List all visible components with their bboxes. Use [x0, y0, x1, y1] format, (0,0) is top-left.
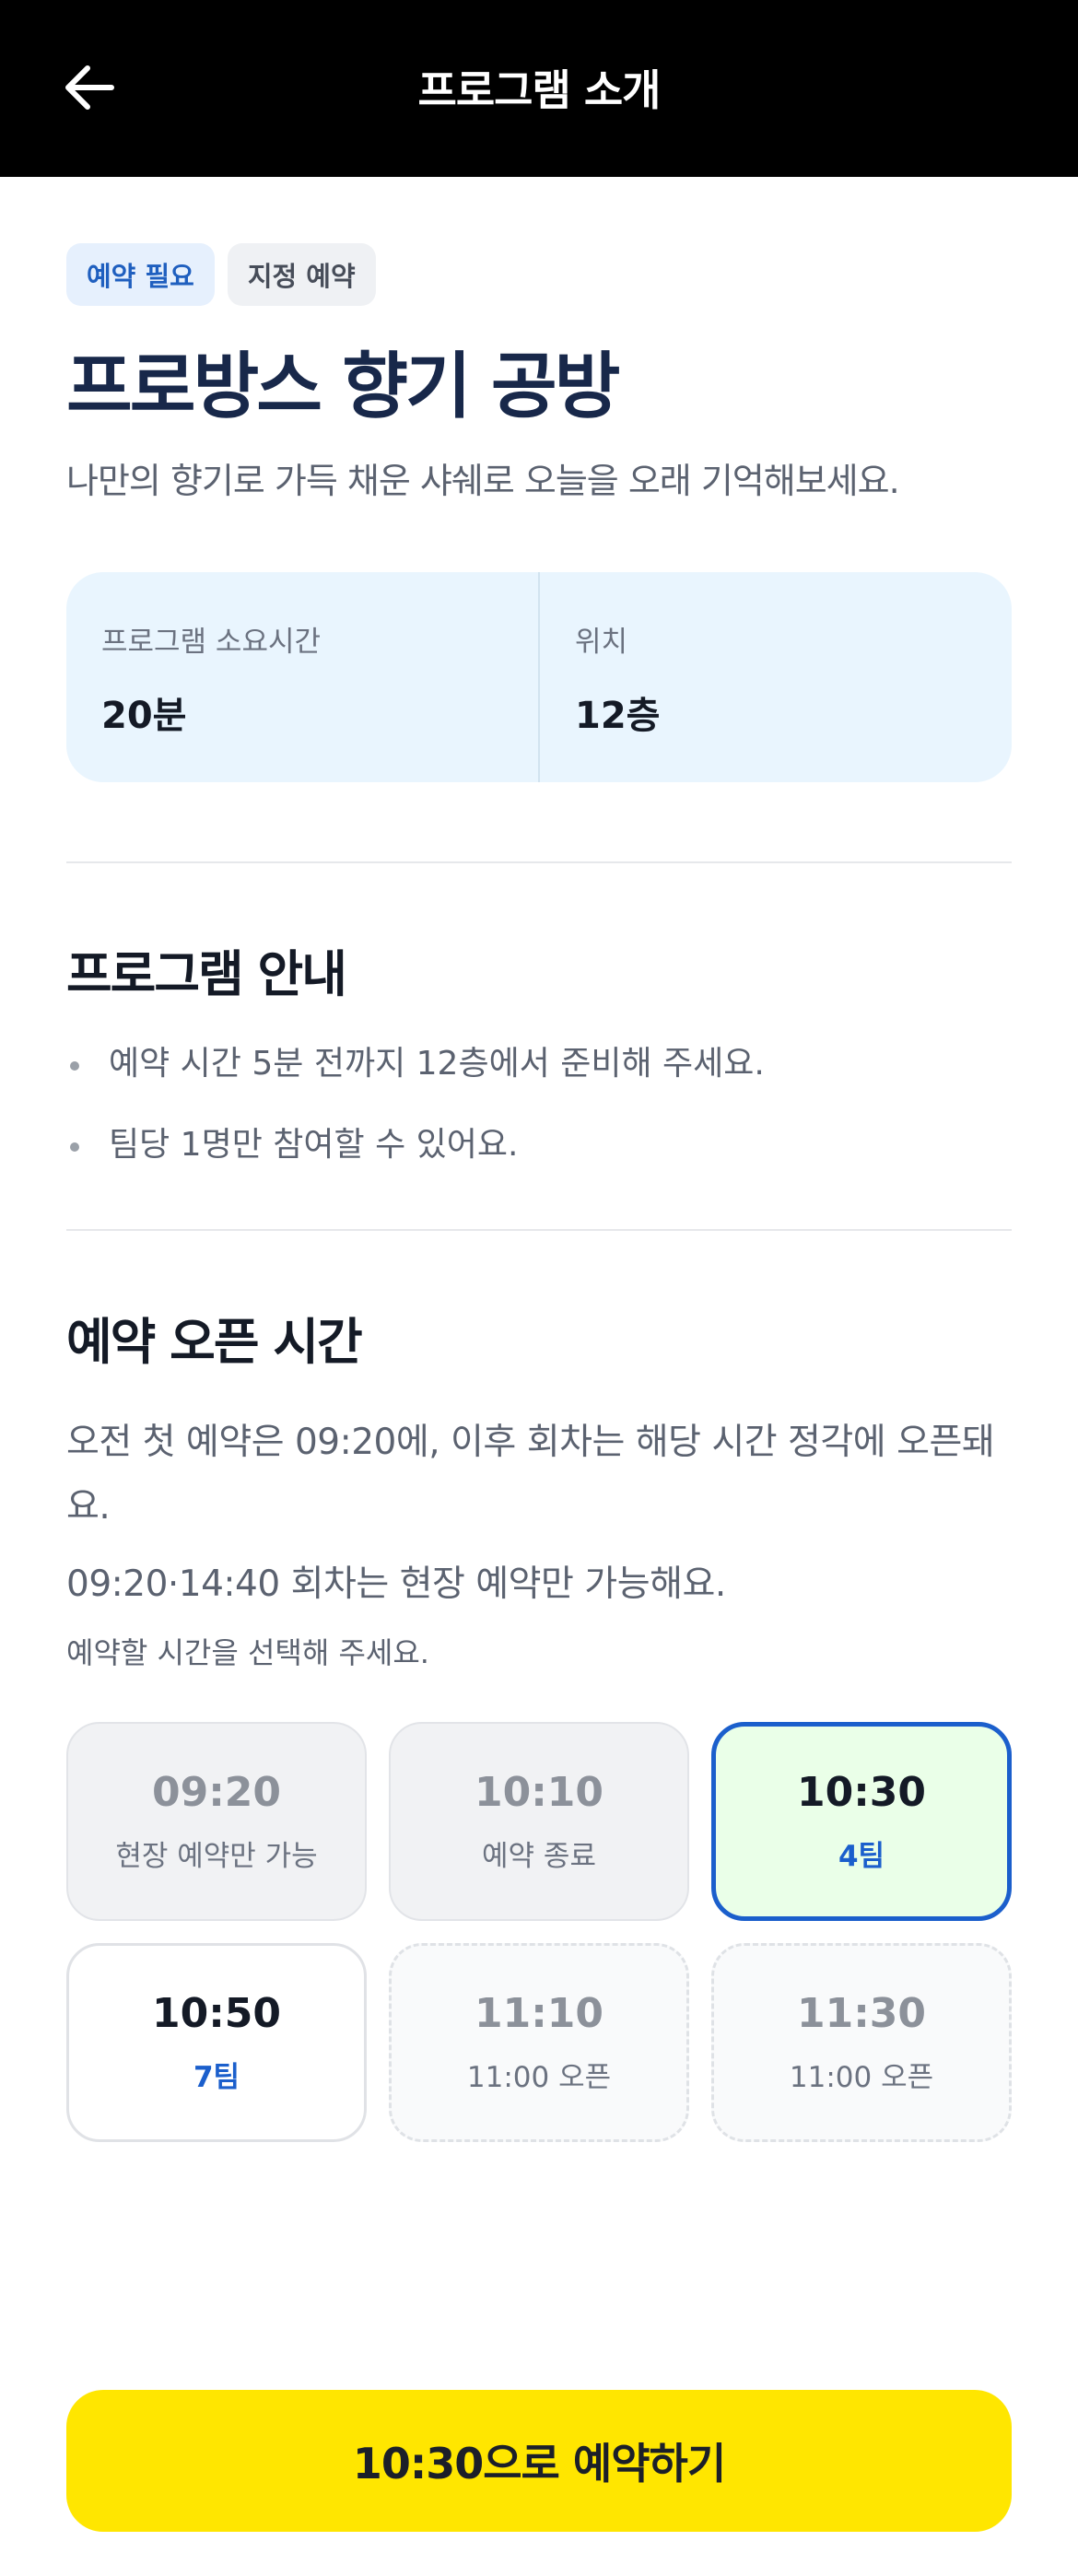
open-time-section-title: 예약 오픈 시간 — [66, 1312, 363, 1371]
list-item: 예약 시간 5분 전까지 12층에서 준비해 주세요. — [66, 1043, 1012, 1124]
slot-time: 09:20 — [151, 1768, 282, 1816]
open-time-note: 09:20·14:40 회차는 현장 예약만 가능해요. — [66, 1563, 726, 1605]
slot-time: 11:30 — [796, 1989, 927, 2037]
location-label: 위치 — [575, 625, 628, 659]
time-slot-1050[interactable]: 10:50 7팀 — [66, 1942, 367, 2142]
time-slot-grid: 09:20 현장 예약만 가능 10:10 예약 종료 10:30 4팀 10:… — [66, 1721, 1012, 2142]
slot-status: 4팀 — [838, 1839, 885, 1873]
program-info-card: 프로그램 소요시간 20분 위치 12층 — [66, 571, 1012, 782]
slot-time: 10:30 — [796, 1768, 927, 1816]
program-subtitle: 나만의 향기로 가득 채운 샤쉐로 오늘을 오래 기억해보세요. — [66, 460, 900, 501]
slot-status: 11:00 오픈 — [789, 2060, 934, 2094]
location-info: 위치 12층 — [538, 571, 1012, 782]
main-content: 예약 필요 지정 예약 프로방스 향기 공방 나만의 향기로 가득 채운 샤쉐로… — [66, 243, 1012, 2142]
program-title: 프로방스 향기 공방 — [66, 345, 620, 428]
duration-value: 20분 — [101, 694, 187, 737]
reservation-required-badge: 예약 필요 — [66, 243, 215, 306]
assigned-reservation-badge: 지정 예약 — [227, 243, 376, 306]
open-time-description: 오전 첫 예약은 09:20에, 이후 회차는 해당 시간 정각에 오픈돼요. — [66, 1421, 995, 1528]
badge-row: 예약 필요 지정 예약 — [66, 243, 1012, 306]
app-header: 프로그램 소개 — [0, 0, 1078, 177]
slot-status: 11:00 오픈 — [466, 2060, 612, 2094]
slot-time: 10:50 — [151, 1989, 282, 2037]
duration-info: 프로그램 소요시간 20분 — [66, 572, 538, 782]
guide-section-title: 프로그램 안내 — [66, 944, 347, 1003]
slot-status: 7팀 — [193, 2060, 240, 2094]
duration-label: 프로그램 소요시간 — [101, 625, 322, 659]
time-slot-0920[interactable]: 09:20 현장 예약만 가능 — [66, 1721, 367, 1921]
reserve-button[interactable]: 10:30으로 예약하기 — [66, 2390, 1012, 2532]
select-time-prompt: 예약할 시간을 선택해 주세요. — [66, 1634, 429, 1670]
list-item: 팀당 1명만 참여할 수 있어요. — [66, 1124, 1012, 1205]
page-title: 프로그램 소개 — [417, 65, 662, 115]
time-slot-1030[interactable]: 10:30 4팀 — [711, 1721, 1012, 1921]
slot-status: 예약 종료 — [482, 1839, 596, 1873]
slot-time: 11:10 — [474, 1989, 604, 2037]
location-value: 12층 — [575, 694, 661, 737]
section-divider — [66, 1228, 1012, 1231]
slot-status: 현장 예약만 가능 — [115, 1839, 318, 1873]
guide-list: 예약 시간 5분 전까지 12층에서 준비해 주세요. 팀당 1명만 참여할 수… — [66, 1043, 1012, 1205]
time-slot-1130[interactable]: 11:30 11:00 오픈 — [711, 1942, 1012, 2142]
section-divider — [66, 861, 1012, 863]
time-slot-1110[interactable]: 11:10 11:00 오픈 — [389, 1942, 689, 2142]
slot-time: 10:10 — [474, 1768, 604, 1816]
time-slot-1010[interactable]: 10:10 예약 종료 — [389, 1721, 689, 1921]
